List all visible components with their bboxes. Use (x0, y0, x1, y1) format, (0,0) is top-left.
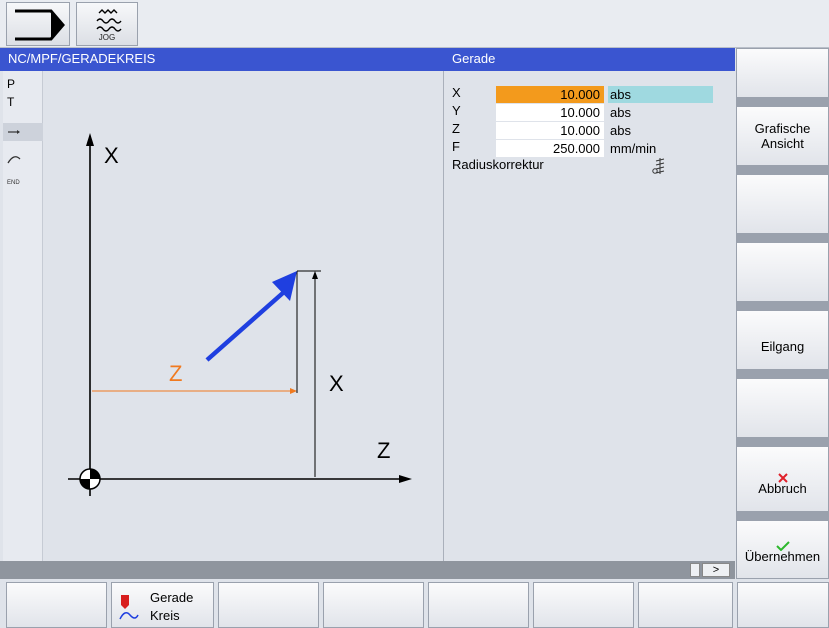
param-y-input[interactable]: 10.000 (496, 104, 604, 121)
dim-x-label: X (329, 371, 344, 396)
param-f-input[interactable]: 250.000 (496, 140, 604, 157)
softkey-separator (736, 512, 829, 520)
param-y-unit[interactable]: abs (608, 104, 631, 121)
abbruch-button[interactable]: Abbruch (736, 446, 829, 512)
param-z-label: Z (452, 121, 460, 136)
uebernehmen-button[interactable]: Übernehmen (736, 520, 829, 579)
back-button[interactable] (6, 2, 70, 46)
softkey-separator (736, 98, 829, 106)
param-x-input[interactable]: 10.000 (496, 86, 604, 103)
softkey-bottom-4[interactable] (323, 582, 424, 628)
z-axis-arrow (399, 475, 412, 483)
softkey-bottom-5[interactable] (428, 582, 529, 628)
radius-correction-icon[interactable] (650, 157, 668, 175)
parameter-panel: X 10.000 abs Y 10.000 abs Z 10.000 abs F… (444, 71, 735, 561)
grafische-ansicht-button[interactable]: Grafische Ansicht (736, 106, 829, 166)
jog-wave-icon (96, 9, 122, 32)
scroll-indicator (690, 563, 700, 577)
jog-mode-button[interactable]: JOG (76, 2, 138, 46)
param-f-label: F (452, 139, 460, 154)
abbruch-label: Abbruch (758, 481, 807, 496)
softkey-bottom-7[interactable] (638, 582, 733, 628)
x-axis-label: X (104, 143, 119, 168)
param-z-unit[interactable]: abs (608, 122, 631, 139)
end-icon[interactable]: END (6, 175, 30, 187)
more-button[interactable]: > (702, 563, 730, 577)
status-strip: > (0, 561, 735, 579)
top-bar: JOG (0, 0, 829, 48)
eilgang-label: Eilgang (760, 339, 805, 354)
dim-z-arrow (290, 388, 297, 394)
softkey-right-6[interactable] (736, 378, 829, 438)
title-bar: NC/MPF/GERADEKREIS Gerade (0, 48, 735, 71)
graphics-panel: X Z Z X (44, 71, 444, 561)
param-f-unit[interactable]: mm/min (608, 140, 656, 157)
z-axis-label: Z (377, 438, 391, 463)
tool-path-icon (119, 595, 139, 620)
program-path: NC/MPF/GERADEKREIS (8, 51, 156, 66)
softkey-bottom-3[interactable] (218, 582, 319, 628)
softkey-bottom-1[interactable] (6, 582, 107, 628)
back-arrow-icon (15, 9, 65, 41)
gerade-kreis-button[interactable]: Gerade Kreis (111, 582, 214, 628)
softkey-separator (736, 166, 829, 174)
block-item-p[interactable]: P (7, 77, 15, 91)
eilgang-button[interactable]: Eilgang (736, 310, 829, 370)
param-y-label: Y (452, 103, 461, 118)
dim-z-label: Z (169, 361, 183, 386)
param-z-input[interactable]: 10.000 (496, 122, 604, 139)
arc-icon[interactable] (6, 151, 26, 167)
x-axis-arrow (86, 133, 94, 146)
softkey-right-4[interactable] (736, 242, 829, 302)
gerade-label: Gerade (150, 590, 194, 605)
softkey-separator (736, 370, 829, 378)
dim-x-arrow (312, 271, 318, 279)
svg-text:END: END (7, 180, 20, 186)
origin-icon (79, 468, 101, 490)
softkey-separator (736, 302, 829, 310)
param-x-unit[interactable]: abs (608, 86, 713, 103)
jog-label: JOG (98, 33, 116, 42)
grafische-label: Grafische (754, 121, 811, 136)
param-x-label: X (452, 85, 461, 100)
softkey-bottom-8[interactable] (737, 582, 829, 628)
uebernehmen-label: Übernehmen (744, 549, 821, 564)
kreis-label: Kreis (150, 608, 180, 623)
motion-arrow-line (205, 290, 286, 362)
softkey-separator (736, 438, 829, 446)
softkey-separator (736, 234, 829, 242)
block-type-column: P T END (3, 71, 43, 561)
form-title: Gerade (452, 51, 496, 66)
ansicht-label: Ansicht (761, 136, 804, 151)
softkey-bottom-6[interactable] (533, 582, 634, 628)
block-item-t[interactable]: T (7, 95, 14, 109)
line-icon (8, 130, 20, 134)
radius-correction-label: Radiuskorrektur (452, 157, 544, 172)
softkey-right-3[interactable] (736, 174, 829, 234)
softkey-right-1[interactable] (736, 48, 829, 98)
block-item-line-active[interactable] (3, 123, 43, 141)
